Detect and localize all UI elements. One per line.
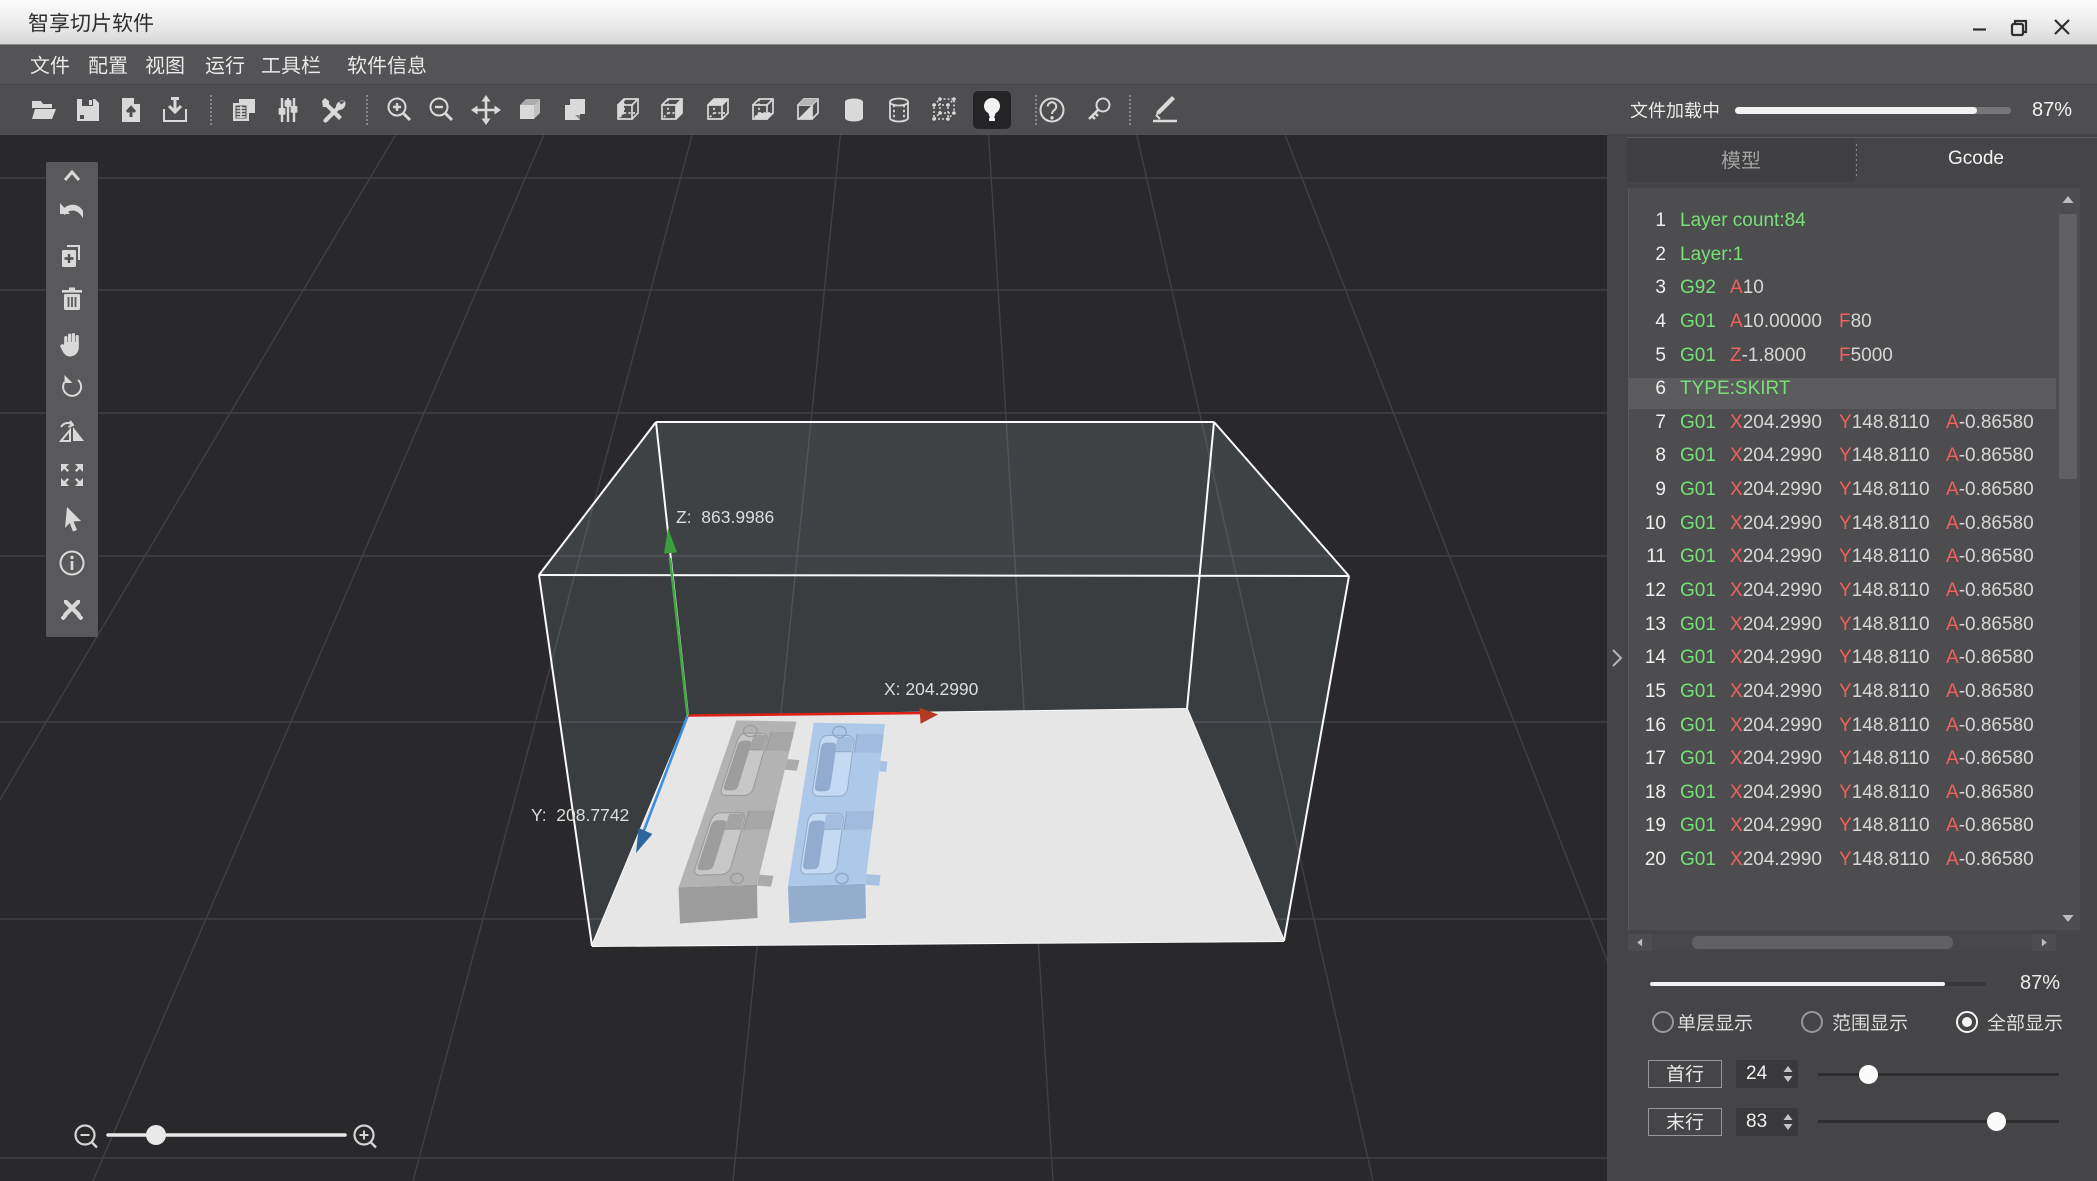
- svg-text:Z: 863.9986: Z: 863.9986: [676, 507, 774, 527]
- svg-text:Y: 208.7742: Y: 208.7742: [531, 805, 629, 825]
- svg-text:X: 204.2990: X: 204.2990: [884, 679, 979, 699]
